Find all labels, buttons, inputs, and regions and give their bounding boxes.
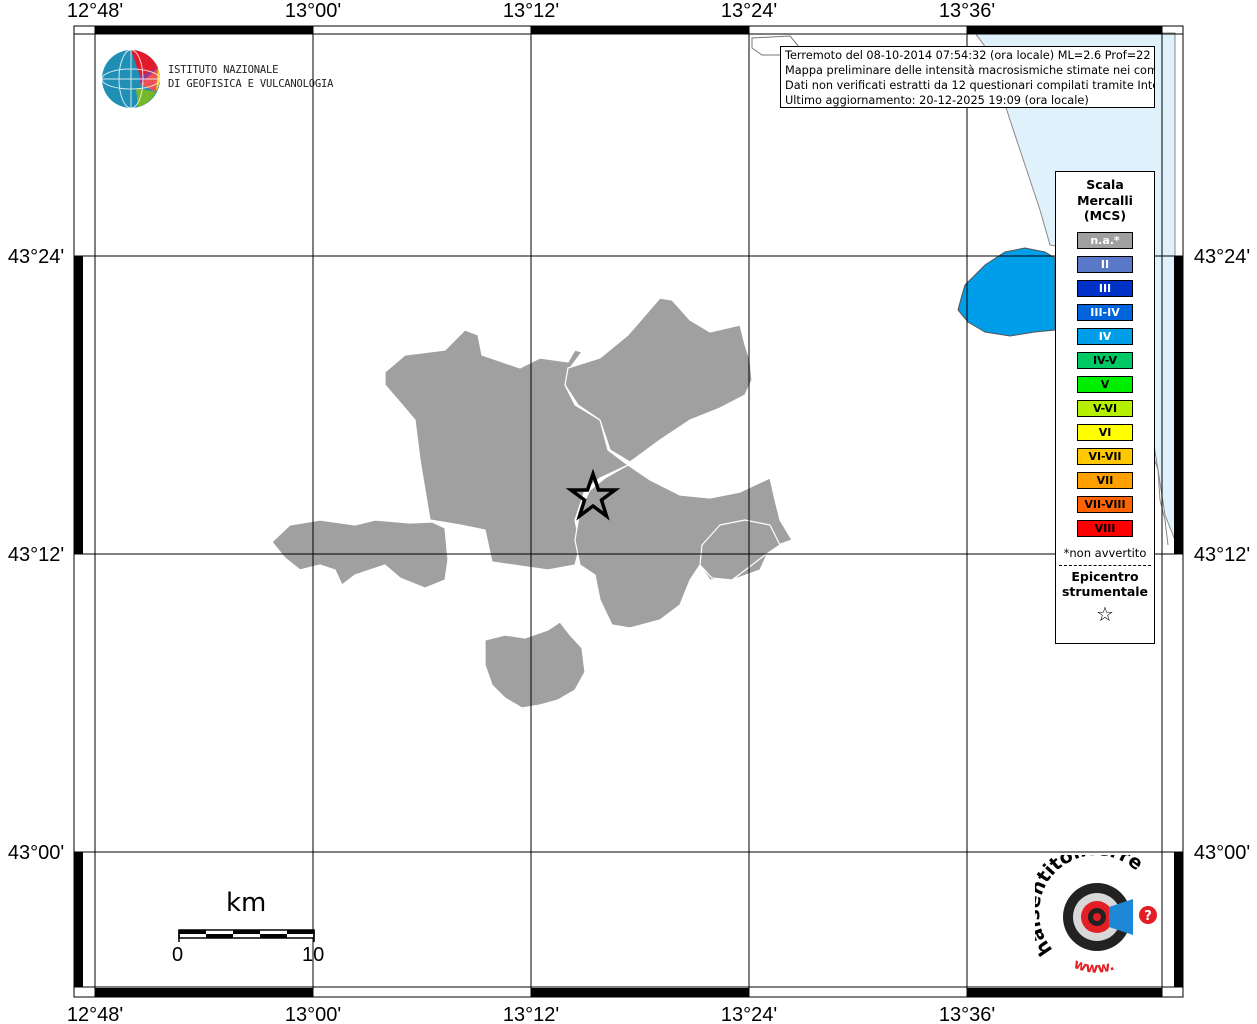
tick-label: 43°00' (8, 842, 64, 864)
tick-label: 13°00' (285, 0, 341, 22)
legend-swatch: III-IV (1077, 303, 1133, 321)
legend-epicenter-title: Epicentro strumentale (1056, 569, 1154, 600)
tick-label: 43°24' (1194, 246, 1250, 268)
legend-swatch: V (1077, 375, 1133, 393)
scale-end: 10 (302, 944, 325, 966)
svg-text:?: ? (1144, 909, 1152, 924)
tick-label: 13°12' (503, 1004, 559, 1024)
earthquake-info-box: Terremoto del 08-10-2014 07:54:32 (ora l… (780, 46, 1155, 108)
info-line-1: Terremoto del 08-10-2014 07:54:32 (ora l… (785, 49, 1155, 62)
legend-epicenter-line2: strumentale (1061, 584, 1149, 599)
haisentito-logo[interactable]: haisentitoilterremoto.it www. ? (1035, 855, 1165, 985)
hs-logo-www: www. (1071, 956, 1116, 977)
legend-divider (1059, 564, 1151, 566)
tick-label: 13°00' (285, 1004, 341, 1024)
legend-swatch: n.a.* (1077, 231, 1133, 249)
scale-start: 0 (172, 944, 184, 966)
info-line-3: Dati non verificati estratti da 12 quest… (785, 79, 1155, 92)
legend-swatch: VI (1077, 423, 1133, 441)
right-tick-labels: 43°24' 43°12' 43°00' (1194, 246, 1250, 864)
tick-label: 13°36' (939, 1004, 995, 1024)
legend-swatch: VI-VII (1077, 447, 1133, 465)
tick-label: 12°48' (67, 1004, 123, 1024)
legend-swatch: VIII (1077, 519, 1133, 537)
legend-swatch: II (1077, 255, 1133, 273)
info-line-2: Mappa preliminare delle intensità macros… (785, 64, 1155, 77)
mcs-legend: Scala Mercalli (MCS) n.a.* II III III-IV IV I… (1055, 171, 1155, 644)
legend-swatch: III (1077, 279, 1133, 297)
tick-label: 43°24' (8, 246, 64, 268)
ingv-logo (101, 49, 161, 109)
legend-items: n.a.* II III III-IV IV IV-V V V-VI VI VI-VII VII VI… (1056, 231, 1154, 537)
svg-text:www.: www. (1071, 956, 1116, 977)
legend-title-line3: (MCS) (1083, 208, 1127, 223)
legend-swatch: V-VI (1077, 399, 1133, 417)
legend-swatch: VII-VIII (1077, 495, 1133, 513)
legend-title-line2: Mercalli (1077, 192, 1133, 208)
legend-star-icon: ☆ (1096, 601, 1114, 626)
tick-label: 13°24' (721, 0, 777, 22)
legend-note: *non avvertito (1063, 545, 1147, 560)
ingv-name-line1: ISTITUTO NAZIONALE (168, 64, 279, 76)
ingv-name-line2: DI GEOFISICA E VULCANOLOGIA (168, 78, 334, 90)
tick-label: 12°48' (67, 0, 123, 22)
legend-swatch: VII (1077, 471, 1133, 489)
legend-swatch: IV-V (1077, 351, 1133, 369)
tick-label: 43°12' (8, 544, 64, 566)
scale-unit: km (226, 888, 267, 918)
legend-title: Scala Mercalli (MCS) (1056, 177, 1154, 224)
legend-epicenter-line1: Epicentro (1071, 568, 1139, 584)
tick-label: 43°00' (1194, 842, 1250, 864)
left-tick-labels: 43°24' 43°12' 43°00' (8, 246, 64, 864)
tick-label: 43°12' (1194, 544, 1250, 566)
top-tick-labels: 12°48' 13°00' 13°12' 13°24' 13°36' (67, 0, 995, 22)
legend-title-line1: Scala (1086, 177, 1124, 192)
tick-label: 13°36' (939, 0, 995, 22)
info-line-4: Ultimo aggiornamento: 20-12-2025 19:09 (… (785, 94, 1089, 107)
tick-label: 13°12' (503, 0, 559, 22)
legend-swatch: IV (1077, 327, 1133, 345)
bottom-tick-labels: 12°48' 13°00' 13°12' 13°24' 13°36' (67, 1004, 995, 1024)
tick-label: 13°24' (721, 1004, 777, 1024)
ingv-name: ISTITUTO NAZIONALE DI GEOFISICA E VULCAN… (168, 63, 333, 91)
